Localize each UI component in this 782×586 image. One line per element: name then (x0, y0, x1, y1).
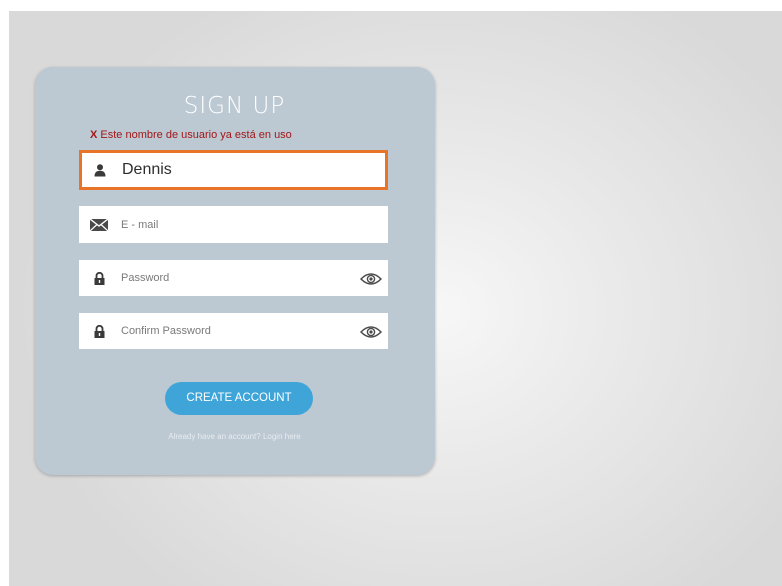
email-field[interactable]: E - mail (79, 206, 388, 243)
username-error-message: X Este nombre de usuario ya está en uso (90, 129, 292, 141)
lock-icon (88, 321, 110, 341)
eye-icon[interactable] (359, 324, 383, 338)
error-text: Este nombre de usuario ya está en uso (100, 129, 292, 141)
lock-icon (88, 268, 110, 288)
confirm-password-placeholder: Confirm Password (121, 325, 211, 337)
confirm-password-field[interactable]: Confirm Password (79, 313, 388, 349)
login-link[interactable]: Already have an account? Login here (0, 432, 469, 441)
email-placeholder: E - mail (121, 218, 159, 231)
error-mark: X (90, 129, 98, 141)
password-field[interactable]: Password (79, 260, 388, 296)
password-placeholder: Password (121, 272, 170, 284)
form-title: SIGN UP (183, 93, 286, 119)
username-value[interactable]: Dennis (122, 161, 172, 179)
create-account-button[interactable]: CREATE ACCOUNT (165, 382, 313, 415)
envelope-icon (88, 215, 110, 235)
user-icon (89, 160, 111, 180)
username-field[interactable]: Dennis (79, 150, 388, 190)
eye-icon[interactable] (359, 271, 383, 285)
